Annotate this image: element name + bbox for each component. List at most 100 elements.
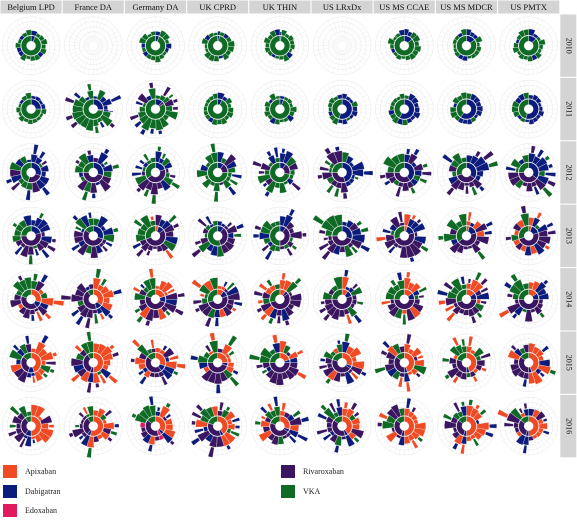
sunburst-us-ms-mdcr-2012 xyxy=(437,143,499,202)
sunburst-france-da-2015 xyxy=(64,331,123,393)
sunburst-grid-chart: Belgium LPD France DA Germany DA UK CPRD UK … xyxy=(0,0,577,458)
center-hole xyxy=(524,104,533,114)
row-header-label-2013: 2013 xyxy=(564,228,573,244)
third-ring-segment xyxy=(356,301,364,306)
center-hole xyxy=(26,295,36,304)
third-ring-segment xyxy=(419,177,428,184)
third-ring-segment xyxy=(72,214,79,221)
third-ring-segment xyxy=(210,143,216,153)
third-ring-segment xyxy=(446,312,456,322)
center-hole xyxy=(151,41,160,50)
row-header-label-2014: 2014 xyxy=(564,291,573,307)
sunburst-us-pmtx-2013 xyxy=(499,205,558,266)
third-ring-segment xyxy=(5,178,13,184)
center-hole xyxy=(275,41,285,50)
sunburst-uk-thin-2015 xyxy=(249,333,310,392)
third-ring-segment xyxy=(53,300,65,306)
third-ring-segment xyxy=(353,436,360,443)
center-hole xyxy=(524,421,533,431)
legend-label-dabigatran: Dabigatran xyxy=(25,486,61,496)
center-hole xyxy=(462,295,471,304)
center-hole xyxy=(213,231,222,241)
sunburst-us-lrxdx-2010 xyxy=(312,16,372,75)
legend-item-rivaroxaban: Rivaroxaban xyxy=(281,464,344,478)
sunburst-germany-da-2014 xyxy=(126,268,185,329)
sunburst-cells xyxy=(1,16,558,458)
third-ring-segment xyxy=(377,422,383,427)
third-ring-segment xyxy=(25,335,30,345)
center-hole xyxy=(400,168,409,177)
row-header-label-2012: 2012 xyxy=(564,165,573,181)
third-ring-segment xyxy=(320,301,325,305)
third-ring-segment xyxy=(51,238,57,243)
sunburst-france-da-2014 xyxy=(60,268,123,329)
legend-item-dabigatran: Dabigatran xyxy=(3,484,61,498)
third-ring-segment xyxy=(360,244,371,253)
third-ring-segment xyxy=(228,350,235,357)
outer-ring-segment xyxy=(328,106,332,112)
sunburst-us-pmtx-2012 xyxy=(499,143,558,202)
center-hole xyxy=(89,421,98,431)
third-ring-segment xyxy=(411,406,417,413)
sunburst-us-ms-mdcr-2010 xyxy=(437,16,496,75)
third-ring-segment xyxy=(107,313,114,320)
outer-ring-segment xyxy=(16,423,21,430)
legend: Apixaban Dabigatran Edoxaban Rivaroxaban… xyxy=(0,458,577,522)
column-headers: Belgium LPD France DA Germany DA UK CPRD UK … xyxy=(0,0,561,15)
third-ring-segment xyxy=(420,245,429,253)
sunburst-uk-cprd-2015 xyxy=(188,332,247,394)
third-ring-segment xyxy=(480,300,487,305)
center-hole xyxy=(337,295,347,304)
center-hole xyxy=(462,231,471,241)
third-ring-segment xyxy=(422,163,428,168)
third-ring-segment xyxy=(467,278,472,284)
row-header-label-2016: 2016 xyxy=(564,418,573,434)
third-ring-segment xyxy=(162,86,171,97)
third-ring-segment xyxy=(547,230,556,235)
outer-ring-segment xyxy=(401,309,408,315)
third-ring-segment xyxy=(91,193,96,199)
center-hole xyxy=(89,231,98,241)
center-hole xyxy=(213,358,222,367)
third-ring-segment xyxy=(510,273,519,283)
sunburst-uk-thin-2012 xyxy=(250,143,310,202)
third-ring-segment xyxy=(233,233,242,238)
third-ring-segment xyxy=(158,130,163,135)
sunburst-us-ms-ccae-2012 xyxy=(375,143,434,202)
sunburst-us-lrxdx-2013 xyxy=(312,206,372,266)
third-ring-segment xyxy=(460,444,465,455)
sunburst-us-lrxdx-2015 xyxy=(312,333,372,392)
sunburst-us-lrxdx-2011 xyxy=(312,79,372,139)
column-header-label-us-pmtx: US PMTX xyxy=(510,2,547,12)
outer-ring-segment xyxy=(212,32,218,37)
sunburst-uk-cprd-2010 xyxy=(188,16,247,75)
third-ring-segment xyxy=(542,418,548,422)
third-ring-segment xyxy=(95,383,100,388)
third-ring-segment xyxy=(235,425,240,429)
third-ring-segment xyxy=(530,145,536,154)
center-hole xyxy=(275,231,285,241)
third-ring-segment xyxy=(193,300,202,305)
sunburst-germany-da-2013 xyxy=(126,206,185,266)
third-ring-segment xyxy=(461,401,465,407)
third-ring-segment xyxy=(461,338,465,347)
third-ring-segment xyxy=(406,333,412,345)
third-ring-segment xyxy=(231,417,241,423)
third-ring-segment xyxy=(33,273,38,282)
legend-item-apixaban: Apixaban xyxy=(3,464,56,478)
third-ring-segment xyxy=(288,208,296,217)
outer-ring-segment xyxy=(141,170,146,177)
center-hole xyxy=(89,168,98,177)
column-header-label-uk-thin: UK THIN xyxy=(263,2,298,12)
third-ring-segment xyxy=(104,409,113,417)
third-ring-segment xyxy=(397,376,403,388)
sunburst-france-da-2010 xyxy=(64,16,123,75)
third-ring-segment xyxy=(479,408,487,416)
third-ring-segment xyxy=(363,170,373,176)
third-ring-segment xyxy=(260,415,266,420)
legend-swatch-apixaban xyxy=(3,464,17,478)
center-hole xyxy=(26,231,36,241)
outer-ring-segment xyxy=(30,372,36,377)
third-ring-segment xyxy=(87,83,92,91)
third-ring-segment xyxy=(344,333,350,342)
